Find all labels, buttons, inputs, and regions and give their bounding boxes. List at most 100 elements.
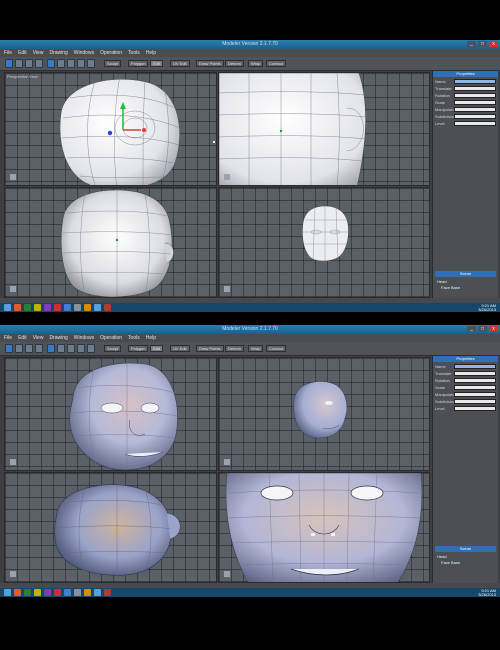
scene-item-head[interactable]: Head: [437, 279, 447, 284]
minimize-button[interactable]: _: [467, 41, 476, 47]
tab-draw-points[interactable]: Draw Points: [196, 345, 224, 352]
menu-edit[interactable]: Edit: [18, 334, 27, 342]
prop-subdivision-field[interactable]: [454, 398, 496, 404]
scale-tool-button[interactable]: [35, 344, 43, 353]
app-icon[interactable]: [64, 304, 71, 311]
menu-help[interactable]: Help: [146, 49, 156, 57]
prop-name-field[interactable]: [454, 78, 496, 84]
object-mode-button[interactable]: [77, 59, 85, 68]
tab-sculpt[interactable]: Sculpt: [104, 345, 122, 352]
menu-tools[interactable]: Tools: [128, 49, 140, 57]
app-icon[interactable]: [14, 589, 21, 596]
menu-view[interactable]: View: [33, 49, 44, 57]
menu-tools[interactable]: Tools: [128, 334, 140, 342]
tab-edit[interactable]: Edit: [150, 345, 163, 352]
tab-draw-points[interactable]: Draw Points: [196, 60, 224, 67]
menu-file[interactable]: File: [4, 49, 12, 57]
scene-item-head[interactable]: Head: [437, 554, 447, 559]
menu-operation[interactable]: Operation: [100, 49, 122, 57]
face-mode-button[interactable]: [67, 344, 75, 353]
tab-wrap[interactable]: Wrap: [248, 345, 264, 352]
object-mode-button[interactable]: [77, 344, 85, 353]
scene-item-face-base[interactable]: Face Base: [441, 560, 460, 565]
menu-windows[interactable]: Windows: [74, 334, 94, 342]
prop-rotation-field[interactable]: [454, 92, 496, 98]
prop-manipulator-field[interactable]: [454, 106, 496, 112]
tab-polygon[interactable]: Polygon: [128, 60, 149, 67]
viewport-left[interactable]: [218, 72, 430, 186]
snap-button[interactable]: [87, 59, 95, 68]
tab-deform[interactable]: Deform: [225, 345, 245, 352]
close-button[interactable]: x: [489, 41, 498, 47]
prop-subdivision-field[interactable]: [454, 113, 496, 119]
point-mode-button[interactable]: [47, 344, 55, 353]
app-icon[interactable]: [24, 304, 31, 311]
tab-uv-edit[interactable]: UV Edit: [170, 345, 190, 352]
app-icon[interactable]: [34, 589, 41, 596]
scale-tool-button[interactable]: [35, 59, 43, 68]
viewport-top[interactable]: [218, 187, 430, 298]
menu-windows[interactable]: Windows: [74, 49, 94, 57]
viewport-left[interactable]: [218, 357, 430, 471]
prop-scale-field[interactable]: [454, 99, 496, 105]
app-icon[interactable]: [24, 589, 31, 596]
maximize-button[interactable]: □: [478, 41, 487, 47]
prop-level-field[interactable]: [454, 120, 496, 126]
menu-drawing[interactable]: Drawing: [49, 334, 67, 342]
rotate-tool-button[interactable]: [25, 59, 33, 68]
menu-help[interactable]: Help: [146, 334, 156, 342]
menu-drawing[interactable]: Drawing: [49, 49, 67, 57]
rotate-tool-button[interactable]: [25, 344, 33, 353]
start-icon[interactable]: [4, 589, 11, 596]
menu-file[interactable]: File: [4, 334, 12, 342]
scene-item-face-base[interactable]: Face Base: [441, 285, 460, 290]
app-icon[interactable]: [34, 304, 41, 311]
menu-edit[interactable]: Edit: [18, 49, 27, 57]
view-cube-icon[interactable]: [10, 286, 16, 292]
app-icon[interactable]: [64, 589, 71, 596]
tab-contour[interactable]: Contour: [266, 345, 287, 352]
app-icon[interactable]: [54, 589, 61, 596]
tab-wrap[interactable]: Wrap: [248, 60, 264, 67]
view-cube-icon[interactable]: [224, 286, 230, 292]
app-icon[interactable]: [74, 589, 81, 596]
prop-scale-field[interactable]: [454, 384, 496, 390]
tab-contour[interactable]: Contour: [266, 60, 287, 67]
viewport-perspective[interactable]: [4, 357, 217, 471]
app-icon[interactable]: [54, 304, 61, 311]
view-cube-icon[interactable]: [224, 571, 230, 577]
edge-mode-button[interactable]: [57, 344, 65, 353]
tab-deform[interactable]: Deform: [225, 60, 245, 67]
viewport-top[interactable]: [218, 472, 430, 583]
prop-name-field[interactable]: [454, 363, 496, 369]
app-icon[interactable]: [84, 304, 91, 311]
app-icon[interactable]: [104, 304, 111, 311]
view-cube-icon[interactable]: [224, 459, 230, 465]
tab-edit[interactable]: Edit: [150, 60, 163, 67]
tab-polygon[interactable]: Polygon: [128, 345, 149, 352]
close-button[interactable]: x: [489, 326, 498, 332]
snap-button[interactable]: [87, 344, 95, 353]
app-icon[interactable]: [94, 589, 101, 596]
select-tool-button[interactable]: [5, 344, 13, 353]
move-tool-button[interactable]: [15, 344, 23, 353]
tab-sculpt[interactable]: Sculpt: [104, 60, 122, 67]
viewport-perspective[interactable]: Perspective View: [4, 72, 217, 186]
app-icon[interactable]: [104, 589, 111, 596]
tab-uv-edit[interactable]: UV Edit: [170, 60, 190, 67]
face-mode-button[interactable]: [67, 59, 75, 68]
menu-view[interactable]: View: [33, 334, 44, 342]
prop-rotation-field[interactable]: [454, 377, 496, 383]
prop-manipulator-field[interactable]: [454, 391, 496, 397]
view-cube-icon[interactable]: [10, 571, 16, 577]
prop-translate-field[interactable]: [454, 370, 496, 376]
app-icon[interactable]: [44, 589, 51, 596]
prop-translate-field[interactable]: [454, 85, 496, 91]
viewport-front[interactable]: [4, 472, 217, 583]
move-tool-button[interactable]: [15, 59, 23, 68]
select-tool-button[interactable]: [5, 59, 13, 68]
maximize-button[interactable]: □: [478, 326, 487, 332]
view-cube-icon[interactable]: [10, 459, 16, 465]
app-icon[interactable]: [14, 304, 21, 311]
edge-mode-button[interactable]: [57, 59, 65, 68]
